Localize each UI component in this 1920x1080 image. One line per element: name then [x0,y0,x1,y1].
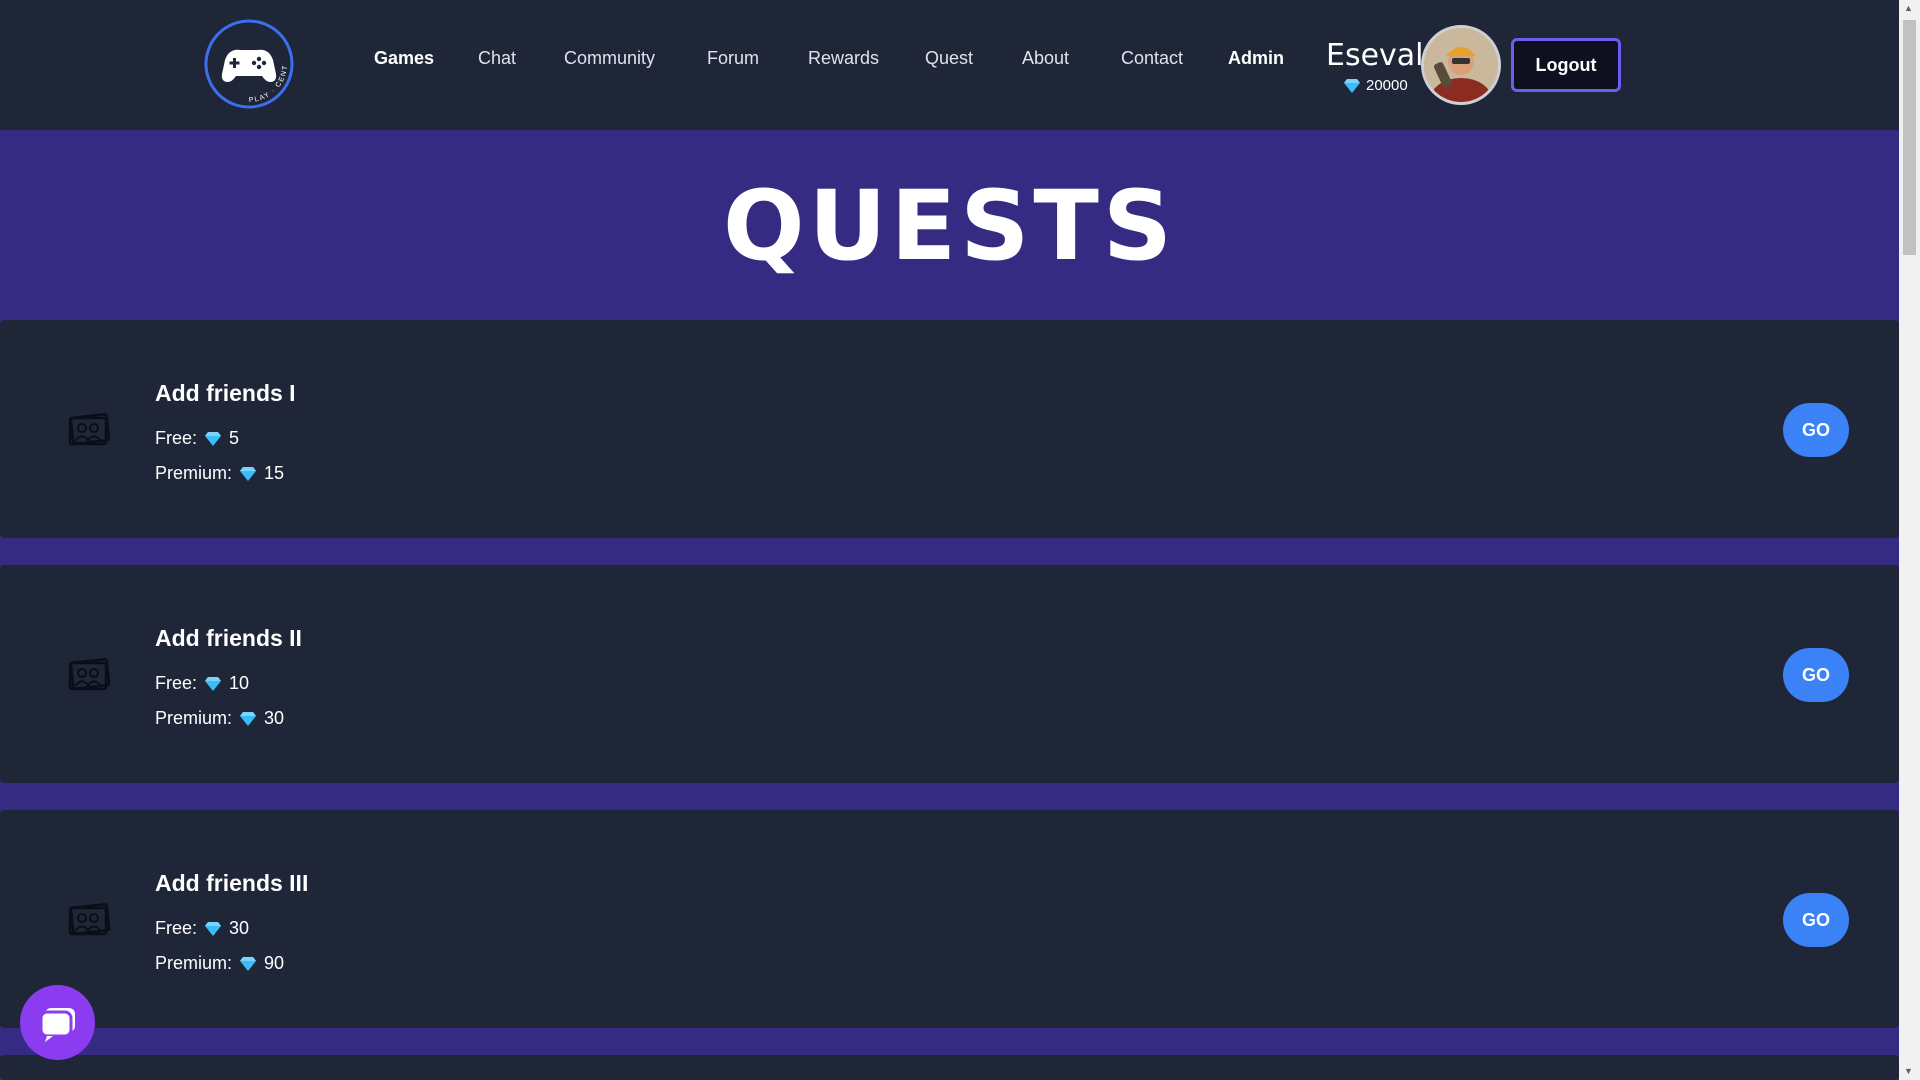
gem-count: 20000 [1366,77,1408,94]
quest-card [0,1055,1899,1080]
free-label: Free: [155,918,198,938]
free-label: Free: [155,428,198,448]
free-reward: Free: 10 [155,673,249,694]
quest-card: Add friends II Free: 10 Premium: 30 GO [0,565,1899,783]
gem-icon [205,431,222,446]
gem-icon [1344,78,1360,93]
free-label: Free: [155,673,198,693]
friends-photo-icon [68,658,111,691]
chat-button[interactable] [20,985,95,1060]
gem-icon [205,676,222,691]
scroll-up-icon[interactable]: ▲ [1904,3,1913,13]
nav-quest[interactable]: Quest [925,48,973,69]
scroll-down-icon[interactable]: ▼ [1904,1066,1913,1076]
play-center-logo[interactable]: PLAY · CENTER [203,18,295,110]
free-reward: Free: 5 [155,428,239,449]
avatar-image [1424,28,1498,102]
quest-title: Add friends III [155,870,309,896]
premium-label: Premium: [155,463,233,483]
chat-bubble-icon [39,1007,75,1042]
quest-title: Add friends II [155,625,302,651]
free-value: 10 [229,673,250,693]
nav-admin[interactable]: Admin [1228,48,1284,69]
premium-reward: Premium: 90 [155,953,284,974]
premium-value: 15 [264,463,285,483]
gem-icon [240,711,257,726]
friends-photo-icon [68,903,111,936]
premium-value: 30 [264,708,285,728]
go-button[interactable]: GO [1783,893,1849,947]
nav-contact[interactable]: Contact [1121,48,1183,69]
page-title: QUESTS [723,170,1176,282]
free-reward: Free: 30 [155,918,249,939]
quest-card: Add friends III Free: 30 Premium: 90 GO [0,810,1899,1028]
premium-reward: Premium: 30 [155,708,284,729]
nav-forum[interactable]: Forum [707,48,759,69]
gem-icon [240,466,257,481]
quest-title: Add friends I [155,380,296,406]
nav-rewards[interactable]: Rewards [808,48,879,69]
premium-label: Premium: [155,953,233,973]
nav-about[interactable]: About [1022,48,1069,69]
premium-reward: Premium: 15 [155,463,284,484]
gem-icon [205,921,222,936]
avatar[interactable] [1421,25,1501,105]
gem-icon [240,956,257,971]
premium-value: 90 [264,953,285,973]
user-name: Eseval [1326,38,1424,73]
free-value: 30 [229,918,250,938]
go-button[interactable]: GO [1783,648,1849,702]
friends-photo-icon [68,413,111,446]
go-button[interactable]: GO [1783,403,1849,457]
scrollbar[interactable]: ▲ ▼ [1899,0,1920,1080]
premium-label: Premium: [155,708,233,728]
logout-button[interactable]: Logout [1511,38,1621,92]
free-value: 5 [229,428,240,448]
nav-chat[interactable]: Chat [478,48,516,69]
user-gem-balance: 20000 [1344,77,1408,94]
scroll-thumb[interactable] [1903,20,1916,255]
nav-games[interactable]: Games [374,48,434,69]
quest-card: Add friends I Free: 5 Premium: 15 GO [0,320,1899,538]
top-navbar: PLAY · CENTER Games Chat Community Forum… [0,0,1899,130]
nav-community[interactable]: Community [564,48,655,69]
